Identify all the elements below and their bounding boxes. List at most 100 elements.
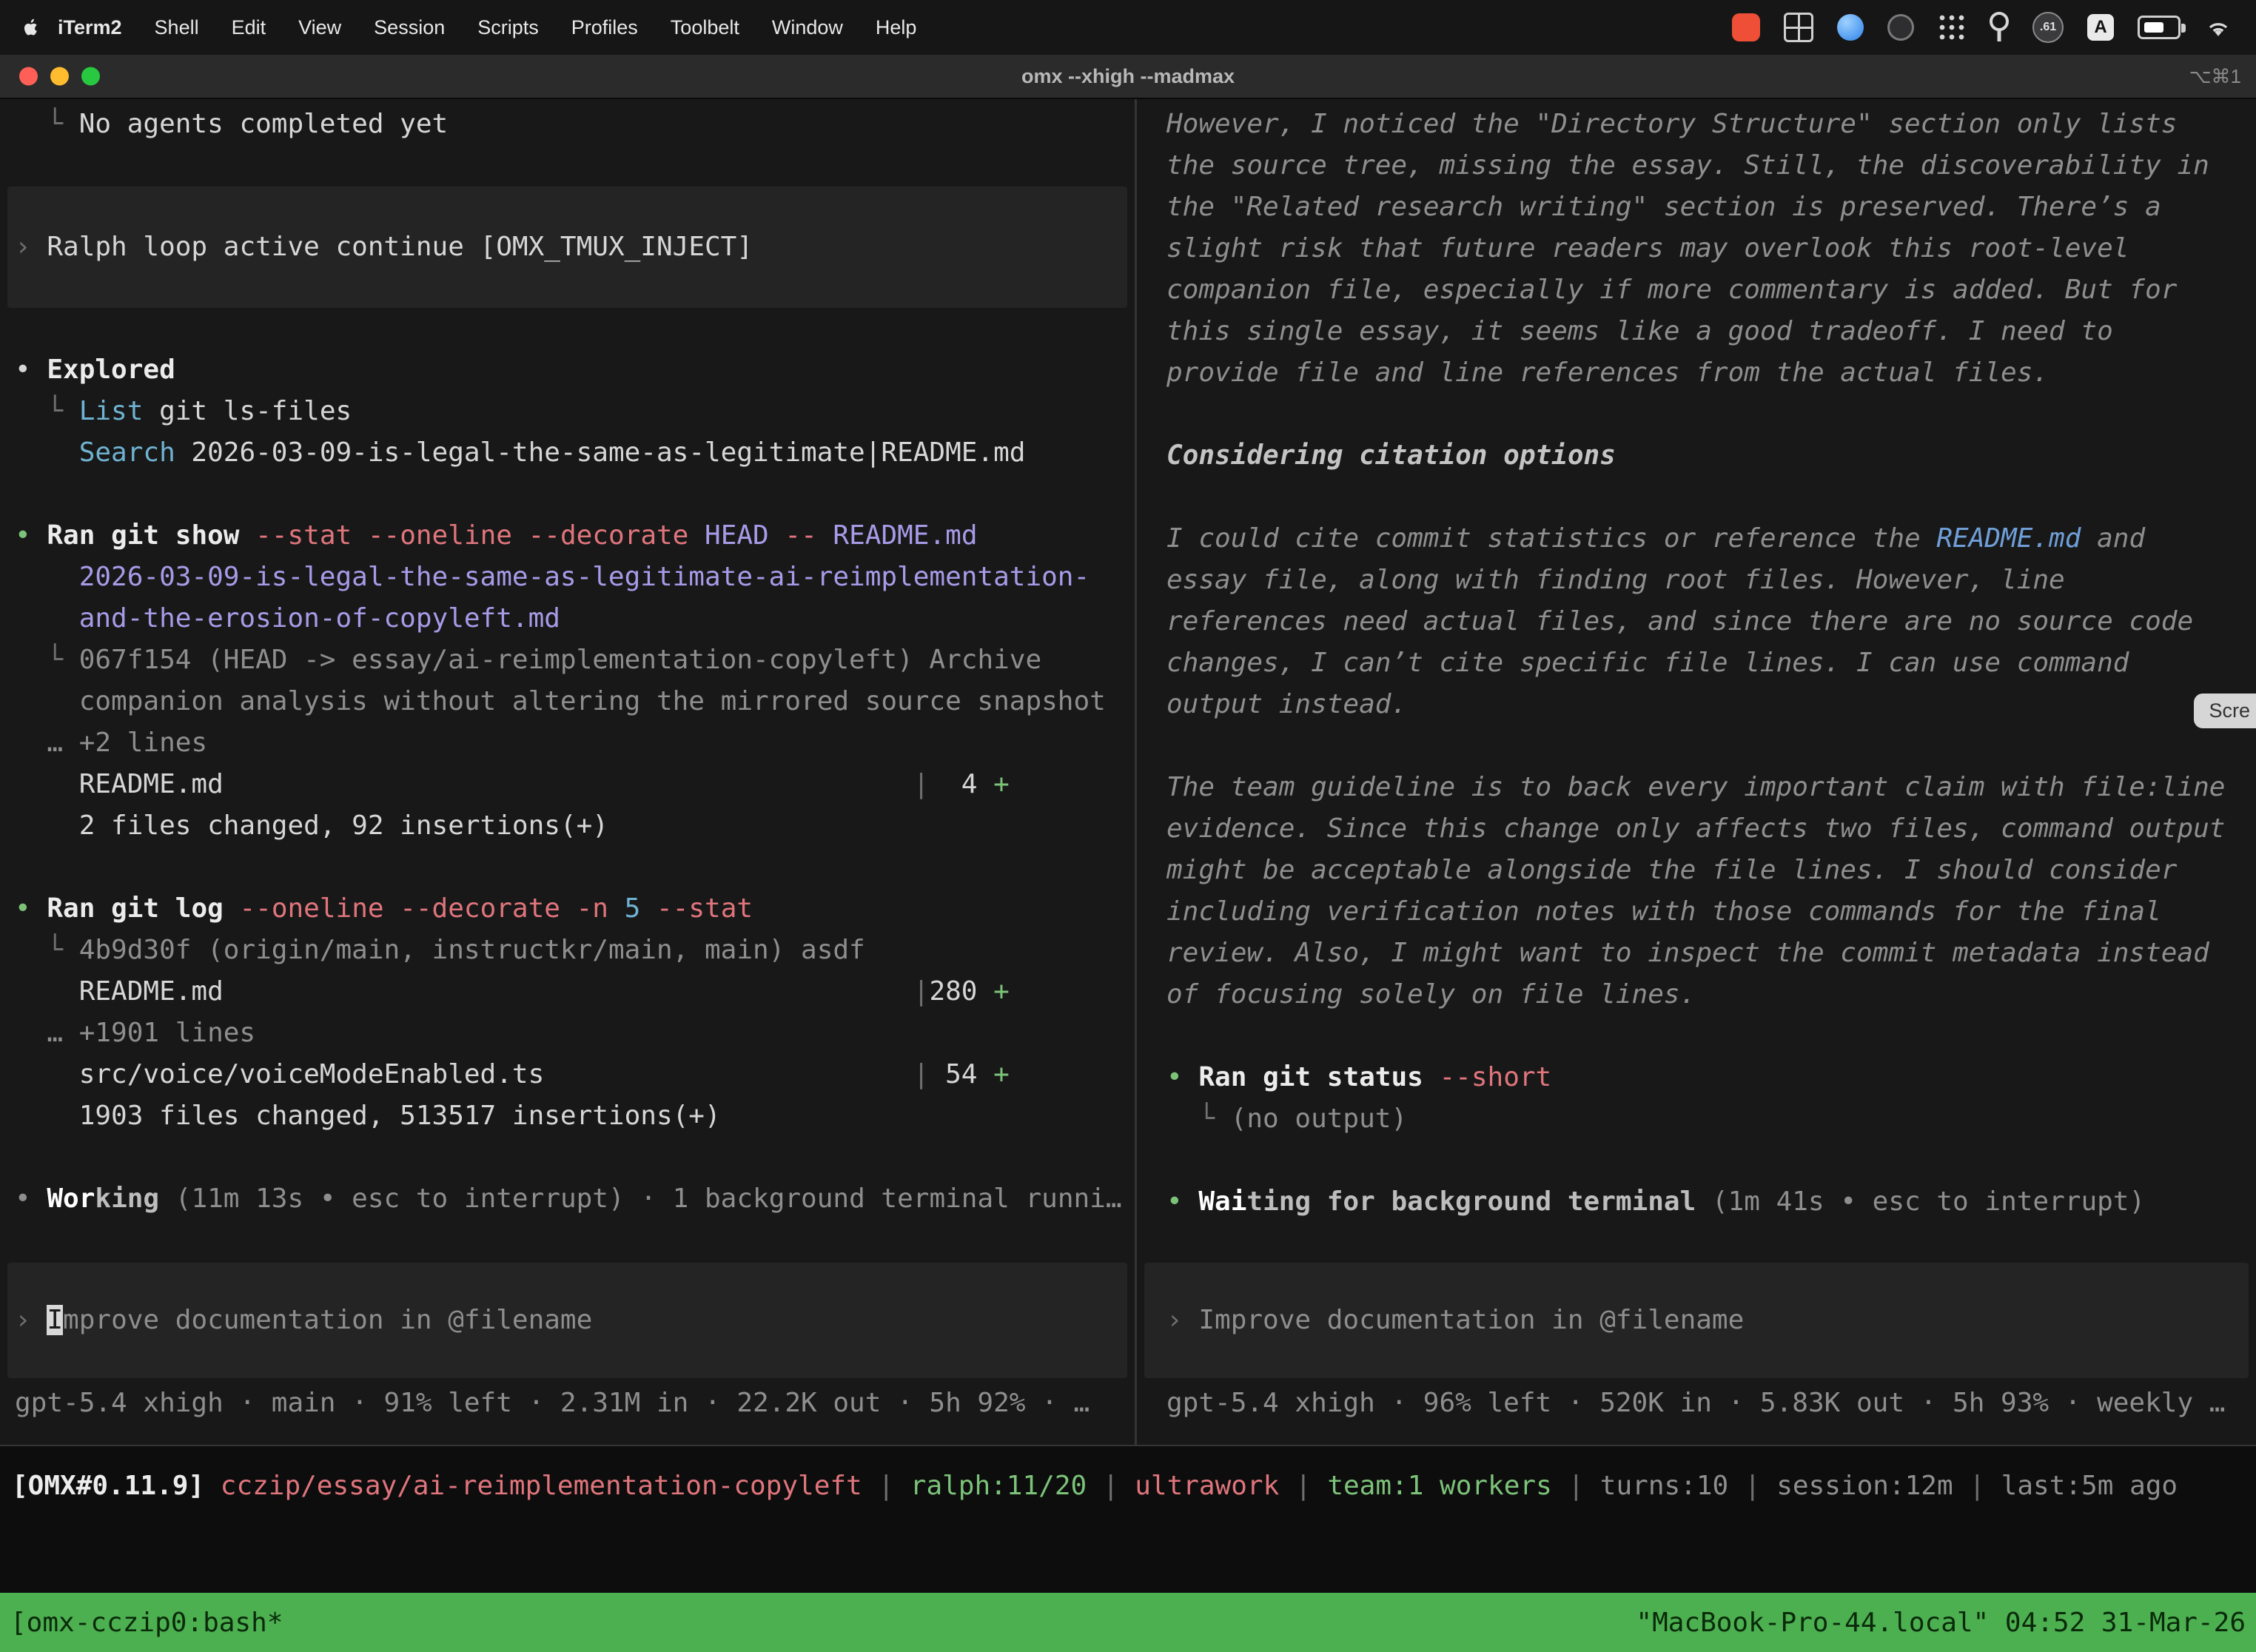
terminal-line <box>0 474 1135 515</box>
menu-item-window[interactable]: Window <box>756 16 859 39</box>
battery-level-badge[interactable]: .61 <box>2032 12 2064 43</box>
menu-item-toolbelt[interactable]: Toolbelt <box>654 16 756 39</box>
text-segment: last:5m ago <box>2001 1471 2178 1501</box>
text-segment: mprove documentation in @filename <box>63 1305 592 1335</box>
text-segment: › <box>15 232 47 262</box>
text-segment: ralph:11/20 <box>910 1471 1087 1501</box>
text-segment: gpt-5.4 xhigh · main · 91% left · 2.31M … <box>15 1388 1090 1418</box>
text-segment: essay file, along with finding root file… <box>1166 565 2065 595</box>
text-segment: … +1901 lines <box>15 1018 255 1048</box>
text-segment: However, I noticed the "Directory Struct… <box>1166 109 2177 139</box>
terminal-line: companion file, especially if more comme… <box>1137 269 2256 311</box>
terminal-line: provide file and line references from th… <box>1137 352 2256 394</box>
text-segment: companion file, especially if more comme… <box>1166 275 2177 305</box>
prompt-input-left[interactable]: › Improve documentation in @filename <box>7 1263 1127 1378</box>
keyboard-layout-icon[interactable]: A <box>2087 14 2114 41</box>
text-segment: provide file and line references from th… <box>1166 357 2049 388</box>
text-segment: gpt-5.4 xhigh · 96% left · 520K in · 5.8… <box>1166 1388 2225 1418</box>
terminal-line <box>0 847 1135 888</box>
text-segment: README.md <box>1936 523 2081 554</box>
menubar: iTerm2 ShellEditViewSessionScriptsProfil… <box>0 0 2256 55</box>
explored-header: • Explored <box>0 349 1135 391</box>
working-status: • Working (11m 13s • esc to interrupt) ·… <box>0 1178 1135 1220</box>
minimize-button[interactable] <box>50 67 69 86</box>
dark-circle-icon[interactable] <box>1887 14 1914 41</box>
terminal-line: this single essay, it seems like a good … <box>1137 311 2256 352</box>
pane-left: └ No agents completed yet › Ralph loop a… <box>0 99 1137 1445</box>
text-segment: (11m 13s • esc to interrupt) · 1 backgro… <box>159 1183 1121 1214</box>
menu-item-profiles[interactable]: Profiles <box>555 16 654 39</box>
text-segment: | <box>1279 1471 1327 1501</box>
text-segment: | <box>1728 1471 1776 1501</box>
zoom-button[interactable] <box>81 67 100 86</box>
text-segment: might be acceptable alongside the file l… <box>1166 855 2177 885</box>
text-segment: 4 <box>929 769 993 799</box>
text-segment: and-the-erosion-of-copyleft.md <box>15 603 560 634</box>
battery-icon[interactable] <box>2138 16 2181 39</box>
text-segment: 2 files changed, 92 insertions(+) <box>15 810 608 841</box>
terminal-line <box>1137 1140 2256 1181</box>
text-segment: I could cite commit statistics or refere… <box>1166 523 1936 554</box>
text-segment: the source tree, missing the essay. Stil… <box>1166 150 2209 181</box>
menubar-status-icons: .61 A <box>1732 12 2243 43</box>
text-segment: session:12m <box>1776 1471 1953 1501</box>
text-segment: 2026-03-09-is-legal-the-same-as-legitima… <box>15 562 1090 592</box>
text-segment: › <box>15 1305 47 1335</box>
text-segment: (1m 41s • esc to interrupt) <box>1696 1186 2145 1217</box>
window-manager-icon[interactable] <box>1784 13 1813 42</box>
menu-item-shell[interactable]: Shell <box>138 16 215 39</box>
terminal-line: src/voice/voiceModeEnabled.ts | 54 + <box>0 1054 1135 1095</box>
text-segment <box>1246 1062 1263 1092</box>
screen-share-chip[interactable]: Scre <box>2194 694 2256 728</box>
text-segment: git ls-files <box>143 396 352 426</box>
terminal-line <box>1137 725 2256 767</box>
waiting-status: • Waiting for background terminal (1m 41… <box>1137 1181 2256 1223</box>
terminal-line: review. Also, I might want to inspect th… <box>1137 933 2256 974</box>
close-button[interactable] <box>19 67 38 86</box>
droplet-icon[interactable] <box>1837 14 1864 41</box>
text-segment: -- <box>769 520 817 551</box>
prompt-input-right[interactable]: › Improve documentation in @filename <box>1144 1263 2249 1378</box>
text-segment: List <box>79 396 144 426</box>
menu-item-edit[interactable]: Edit <box>215 16 283 39</box>
terminal-line: └ 067f154 (HEAD -> essay/ai-reimplementa… <box>0 639 1135 681</box>
terminal-line: of focusing solely on file lines. <box>1137 974 2256 1015</box>
pane-left-scrollback: └ No agents completed yet <box>0 104 1135 187</box>
text-segment: [OMX#0.11.9] <box>12 1471 204 1501</box>
text-segment: ultrawork <box>1135 1471 1279 1501</box>
text-segment: HEAD <box>688 520 768 551</box>
text-segment: 5 <box>608 893 640 924</box>
menu-item-iterm2[interactable]: iTerm2 <box>49 16 138 39</box>
menu-item-help[interactable]: Help <box>859 16 933 39</box>
screen-recording-indicator-icon[interactable] <box>1732 13 1760 41</box>
wifi-icon[interactable] <box>2204 13 2232 41</box>
text-segment: README.md <box>15 976 224 1007</box>
text-segment: | <box>862 1471 910 1501</box>
text-segment: Wai <box>1198 1186 1246 1217</box>
titlebar: omx --xhigh --madmax ⌥⌘1 <box>0 55 2256 99</box>
text-segment: Considering citation options <box>1166 440 1616 471</box>
dots-grid-icon[interactable] <box>1938 13 1966 41</box>
text-segment: Explored <box>47 355 175 385</box>
terminal-line <box>0 145 1135 187</box>
text-segment: cczip/essay/ai-reimplementation-copyleft <box>204 1471 862 1501</box>
terminal-line: └ 4b9d30f (origin/main, instructkr/main,… <box>0 930 1135 971</box>
menu-item-scripts[interactable]: Scripts <box>461 16 555 39</box>
text-segment: this single essay, it seems like a good … <box>1166 316 2113 346</box>
text-segment: I <box>47 1305 63 1335</box>
text-segment: of focusing solely on file lines. <box>1166 979 1696 1010</box>
menu-item-session[interactable]: Session <box>357 16 461 39</box>
text-segment: --short <box>1423 1062 1551 1092</box>
menu-item-view[interactable]: View <box>282 16 357 39</box>
reasoning-heading: Considering citation options <box>1137 435 2256 477</box>
model-status: gpt-5.4 xhigh · main · 91% left · 2.31M … <box>0 1383 1135 1424</box>
text-segment: (no output) <box>1231 1104 1407 1134</box>
terminal-line: └ List git ls-files <box>0 391 1135 432</box>
ralph-loop-banner: › Ralph loop active continue [OMX_TMUX_I… <box>7 226 1127 268</box>
text-segment: | <box>1552 1471 1600 1501</box>
text-segment: evidence. Since this change only affects… <box>1166 813 2225 844</box>
apple-icon[interactable] <box>21 17 41 38</box>
text-segment: • <box>15 893 47 924</box>
key-icon[interactable] <box>1990 12 2009 43</box>
inject-banner: › Ralph loop active continue [OMX_TMUX_I… <box>7 187 1127 308</box>
